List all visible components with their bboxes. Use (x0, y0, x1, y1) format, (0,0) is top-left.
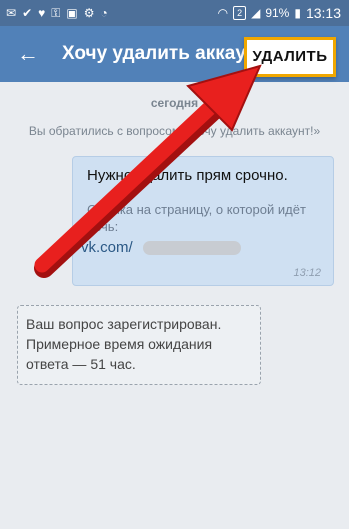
message-link[interactable]: vk.com/ (81, 239, 133, 256)
check-icon: ✔ (22, 6, 33, 20)
key-icon: ⚿ (51, 6, 61, 20)
status-bar: ✉ ✔ ♥ ⚿ ▣ ⚙ ◔ ◠ 2 ◢ 91% ▮ 13:13 (0, 0, 349, 26)
signal-icon: ◢ (251, 6, 261, 20)
system-status: ◠ 2 ◢ 91% ▮ 13:13 (218, 4, 341, 22)
status-notice: Ваш вопрос зарегистрирован. Примерное вр… (17, 305, 261, 385)
app-icon: ▣ (66, 6, 78, 20)
battery-icon: ▮ (294, 6, 301, 20)
back-arrow-icon[interactable]: ← (12, 38, 44, 70)
sim-badge: 2 (233, 6, 247, 20)
delete-button[interactable]: УДАЛИТЬ (244, 37, 336, 77)
message-text: Нужно удалить прям срочно. (87, 167, 288, 184)
blurred-link-text (143, 241, 241, 255)
message-bubble: Нужно удалить прям срочно. Ссылка на стр… (72, 156, 334, 286)
heart-icon: ♥ (38, 6, 46, 20)
message-time: 13:12 (293, 267, 321, 279)
mail-icon: ✉ (6, 6, 17, 20)
battery-percent: 91% (265, 6, 290, 20)
system-note: Вы обратились с вопросом «Хочу удалить а… (28, 124, 321, 138)
notice-text: Ваш вопрос зарегистрирован. Примерное вр… (26, 316, 222, 372)
page-title: Хочу удалить аккаунт! (62, 43, 252, 64)
clock-icon: ◔ (100, 6, 108, 20)
notification-icons: ✉ ✔ ♥ ⚿ ▣ ⚙ ◔ (6, 4, 108, 22)
clock-time: 13:13 (305, 5, 341, 21)
wifi-icon: ◠ (217, 6, 229, 20)
date-separator: сегодня (150, 96, 199, 110)
settings-icon: ⚙ (83, 6, 95, 20)
link-label: Ссылка на страницу, о которой идёт речь: (87, 202, 306, 234)
